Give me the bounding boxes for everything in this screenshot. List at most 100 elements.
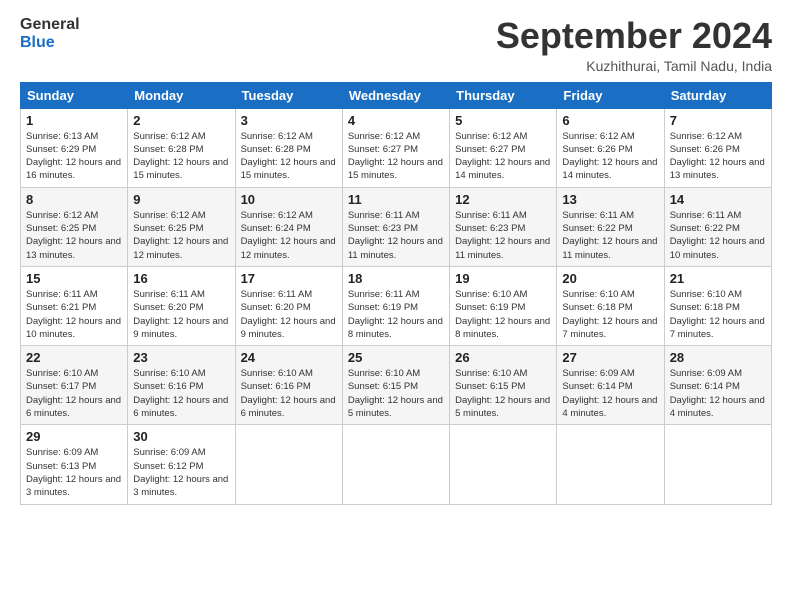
calendar-day-cell: 3 Sunrise: 6:12 AMSunset: 6:28 PMDayligh… (235, 108, 342, 187)
day-info: Sunrise: 6:11 AMSunset: 6:22 PMDaylight:… (670, 210, 765, 261)
day-number: 5 (455, 113, 551, 128)
calendar-day-cell: 22 Sunrise: 6:10 AMSunset: 6:17 PMDaylig… (21, 346, 128, 425)
day-number: 18 (348, 271, 444, 286)
day-info: Sunrise: 6:11 AMSunset: 6:22 PMDaylight:… (562, 210, 657, 261)
day-info: Sunrise: 6:12 AMSunset: 6:27 PMDaylight:… (348, 131, 443, 182)
logo-line2: Blue (20, 34, 80, 52)
day-number: 30 (133, 429, 229, 444)
weekday-header-friday: Friday (557, 82, 664, 108)
day-number: 20 (562, 271, 658, 286)
day-number: 25 (348, 350, 444, 365)
day-info: Sunrise: 6:12 AMSunset: 6:26 PMDaylight:… (670, 131, 765, 182)
title-section: September 2024 Kuzhithurai, Tamil Nadu, … (496, 16, 772, 74)
calendar-week-row: 1 Sunrise: 6:13 AMSunset: 6:29 PMDayligh… (21, 108, 772, 187)
weekday-header-wednesday: Wednesday (342, 82, 449, 108)
day-number: 27 (562, 350, 658, 365)
day-number: 14 (670, 192, 766, 207)
calendar-day-cell: 29 Sunrise: 6:09 AMSunset: 6:13 PMDaylig… (21, 425, 128, 504)
calendar-day-cell: 2 Sunrise: 6:12 AMSunset: 6:28 PMDayligh… (128, 108, 235, 187)
calendar-day-cell: 1 Sunrise: 6:13 AMSunset: 6:29 PMDayligh… (21, 108, 128, 187)
logo: General Blue General Blue (20, 16, 80, 51)
weekday-header-tuesday: Tuesday (235, 82, 342, 108)
day-number: 24 (241, 350, 337, 365)
day-number: 19 (455, 271, 551, 286)
day-number: 8 (26, 192, 122, 207)
calendar-day-cell: 7 Sunrise: 6:12 AMSunset: 6:26 PMDayligh… (664, 108, 771, 187)
empty-cell (664, 425, 771, 504)
day-number: 13 (562, 192, 658, 207)
day-number: 10 (241, 192, 337, 207)
day-number: 9 (133, 192, 229, 207)
day-info: Sunrise: 6:10 AMSunset: 6:18 PMDaylight:… (670, 289, 765, 340)
calendar-day-cell: 24 Sunrise: 6:10 AMSunset: 6:16 PMDaylig… (235, 346, 342, 425)
empty-cell (450, 425, 557, 504)
day-info: Sunrise: 6:13 AMSunset: 6:29 PMDaylight:… (26, 131, 121, 182)
calendar-day-cell: 8 Sunrise: 6:12 AMSunset: 6:25 PMDayligh… (21, 187, 128, 266)
calendar-day-cell: 5 Sunrise: 6:12 AMSunset: 6:27 PMDayligh… (450, 108, 557, 187)
weekday-header-sunday: Sunday (21, 82, 128, 108)
day-info: Sunrise: 6:09 AMSunset: 6:14 PMDaylight:… (562, 368, 657, 419)
location-subtitle: Kuzhithurai, Tamil Nadu, India (496, 58, 772, 74)
empty-cell (557, 425, 664, 504)
calendar-day-cell: 26 Sunrise: 6:10 AMSunset: 6:15 PMDaylig… (450, 346, 557, 425)
day-info: Sunrise: 6:09 AMSunset: 6:13 PMDaylight:… (26, 447, 121, 498)
day-info: Sunrise: 6:12 AMSunset: 6:24 PMDaylight:… (241, 210, 336, 261)
day-number: 6 (562, 113, 658, 128)
page: General Blue General Blue September 2024… (0, 0, 792, 612)
day-number: 11 (348, 192, 444, 207)
day-info: Sunrise: 6:12 AMSunset: 6:25 PMDaylight:… (133, 210, 228, 261)
day-number: 21 (670, 271, 766, 286)
day-info: Sunrise: 6:09 AMSunset: 6:12 PMDaylight:… (133, 447, 228, 498)
calendar-day-cell: 15 Sunrise: 6:11 AMSunset: 6:21 PMDaylig… (21, 266, 128, 345)
calendar-day-cell: 16 Sunrise: 6:11 AMSunset: 6:20 PMDaylig… (128, 266, 235, 345)
day-info: Sunrise: 6:11 AMSunset: 6:20 PMDaylight:… (133, 289, 228, 340)
weekday-header-saturday: Saturday (664, 82, 771, 108)
calendar-day-cell: 6 Sunrise: 6:12 AMSunset: 6:26 PMDayligh… (557, 108, 664, 187)
calendar-week-row: 29 Sunrise: 6:09 AMSunset: 6:13 PMDaylig… (21, 425, 772, 504)
calendar-day-cell: 11 Sunrise: 6:11 AMSunset: 6:23 PMDaylig… (342, 187, 449, 266)
day-info: Sunrise: 6:11 AMSunset: 6:23 PMDaylight:… (348, 210, 443, 261)
calendar-day-cell: 10 Sunrise: 6:12 AMSunset: 6:24 PMDaylig… (235, 187, 342, 266)
calendar-day-cell: 30 Sunrise: 6:09 AMSunset: 6:12 PMDaylig… (128, 425, 235, 504)
day-number: 22 (26, 350, 122, 365)
calendar-day-cell: 28 Sunrise: 6:09 AMSunset: 6:14 PMDaylig… (664, 346, 771, 425)
calendar-day-cell: 12 Sunrise: 6:11 AMSunset: 6:23 PMDaylig… (450, 187, 557, 266)
day-info: Sunrise: 6:12 AMSunset: 6:26 PMDaylight:… (562, 131, 657, 182)
day-info: Sunrise: 6:12 AMSunset: 6:25 PMDaylight:… (26, 210, 121, 261)
calendar-week-row: 8 Sunrise: 6:12 AMSunset: 6:25 PMDayligh… (21, 187, 772, 266)
calendar-day-cell: 17 Sunrise: 6:11 AMSunset: 6:20 PMDaylig… (235, 266, 342, 345)
day-info: Sunrise: 6:12 AMSunset: 6:28 PMDaylight:… (133, 131, 228, 182)
day-number: 15 (26, 271, 122, 286)
day-number: 4 (348, 113, 444, 128)
logo-line1: General (20, 16, 80, 34)
calendar-table: SundayMondayTuesdayWednesdayThursdayFrid… (20, 82, 772, 505)
day-number: 23 (133, 350, 229, 365)
day-number: 29 (26, 429, 122, 444)
month-title: September 2024 (496, 16, 772, 56)
day-info: Sunrise: 6:10 AMSunset: 6:16 PMDaylight:… (133, 368, 228, 419)
calendar-week-row: 22 Sunrise: 6:10 AMSunset: 6:17 PMDaylig… (21, 346, 772, 425)
day-number: 2 (133, 113, 229, 128)
day-info: Sunrise: 6:10 AMSunset: 6:17 PMDaylight:… (26, 368, 121, 419)
calendar-day-cell: 21 Sunrise: 6:10 AMSunset: 6:18 PMDaylig… (664, 266, 771, 345)
day-info: Sunrise: 6:10 AMSunset: 6:16 PMDaylight:… (241, 368, 336, 419)
calendar-day-cell: 20 Sunrise: 6:10 AMSunset: 6:18 PMDaylig… (557, 266, 664, 345)
day-info: Sunrise: 6:09 AMSunset: 6:14 PMDaylight:… (670, 368, 765, 419)
day-info: Sunrise: 6:12 AMSunset: 6:28 PMDaylight:… (241, 131, 336, 182)
empty-cell (235, 425, 342, 504)
weekday-header-monday: Monday (128, 82, 235, 108)
calendar-day-cell: 9 Sunrise: 6:12 AMSunset: 6:25 PMDayligh… (128, 187, 235, 266)
day-number: 17 (241, 271, 337, 286)
calendar-day-cell: 19 Sunrise: 6:10 AMSunset: 6:19 PMDaylig… (450, 266, 557, 345)
day-info: Sunrise: 6:11 AMSunset: 6:21 PMDaylight:… (26, 289, 121, 340)
day-info: Sunrise: 6:10 AMSunset: 6:15 PMDaylight:… (455, 368, 550, 419)
day-info: Sunrise: 6:11 AMSunset: 6:19 PMDaylight:… (348, 289, 443, 340)
day-number: 28 (670, 350, 766, 365)
calendar-day-cell: 27 Sunrise: 6:09 AMSunset: 6:14 PMDaylig… (557, 346, 664, 425)
day-number: 7 (670, 113, 766, 128)
day-info: Sunrise: 6:10 AMSunset: 6:15 PMDaylight:… (348, 368, 443, 419)
day-number: 16 (133, 271, 229, 286)
day-info: Sunrise: 6:12 AMSunset: 6:27 PMDaylight:… (455, 131, 550, 182)
day-number: 26 (455, 350, 551, 365)
empty-cell (342, 425, 449, 504)
